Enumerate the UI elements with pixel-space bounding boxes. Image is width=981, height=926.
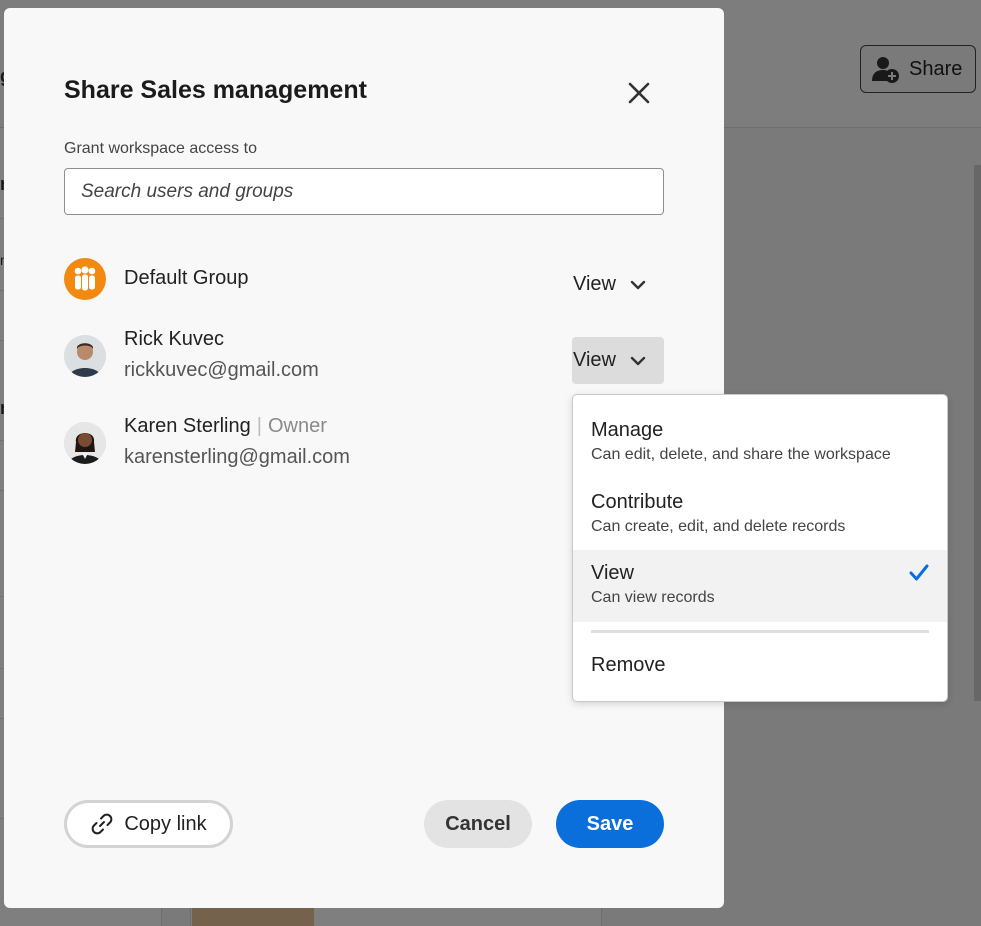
role-label: View [573,349,616,371]
member-row-rick-kuvec: Rick Kuvec rickkuvec@gmail.com View [64,328,664,388]
member-name: Rick Kuvec [124,328,225,350]
member-email: rickkuvec@gmail.com [124,359,319,381]
menu-item-label: Manage [591,419,664,441]
menu-item-view[interactable]: View Can view records [573,550,947,622]
dialog-title: Share Sales management [64,76,367,104]
role-dropdown-default-group[interactable]: View [573,261,664,308]
close-icon [628,82,650,104]
save-button[interactable]: Save [556,800,664,848]
menu-item-manage[interactable]: Manage Can edit, delete, and share the w… [573,419,947,464]
link-icon [92,813,113,835]
close-button[interactable] [624,78,654,108]
avatar [64,422,106,464]
menu-item-description: Can view records [591,589,715,606]
member-email: karensterling@gmail.com [124,446,350,468]
copy-link-label: Copy link [124,812,207,835]
search-users-input[interactable] [64,168,664,215]
menu-divider [591,630,929,633]
member-name: Karen Sterling [124,415,251,437]
owner-label: Owner [267,415,327,437]
member-row-default-group: Default Group View [64,258,664,308]
menu-item-contribute[interactable]: Contribute Can create, edit, and delete … [573,491,947,536]
member-name-line: Karen Sterling | Owner [124,415,327,438]
menu-item-label: Remove [591,654,666,676]
chevron-down-icon [630,356,646,365]
copy-link-button[interactable]: Copy link [64,800,233,848]
role-dropdown-rick-kuvec[interactable]: View [572,337,664,384]
menu-item-label: Contribute [591,491,684,513]
name-separator: | [256,415,262,437]
menu-item-label: View [591,562,634,584]
avatar [64,335,106,377]
cancel-button[interactable]: Cancel [424,800,532,848]
grant-access-label: Grant workspace access to [64,140,257,157]
role-label: View [573,273,616,295]
menu-item-description: Can create, edit, and delete records [591,518,846,535]
menu-item-remove[interactable]: Remove [573,654,947,677]
member-name: Default Group [124,267,249,289]
chevron-down-icon [630,280,646,289]
checkmark-icon [909,564,929,581]
role-menu: Manage Can edit, delete, and share the w… [572,394,948,702]
group-icon [64,258,106,300]
menu-item-description: Can edit, delete, and share the workspac… [591,446,891,463]
